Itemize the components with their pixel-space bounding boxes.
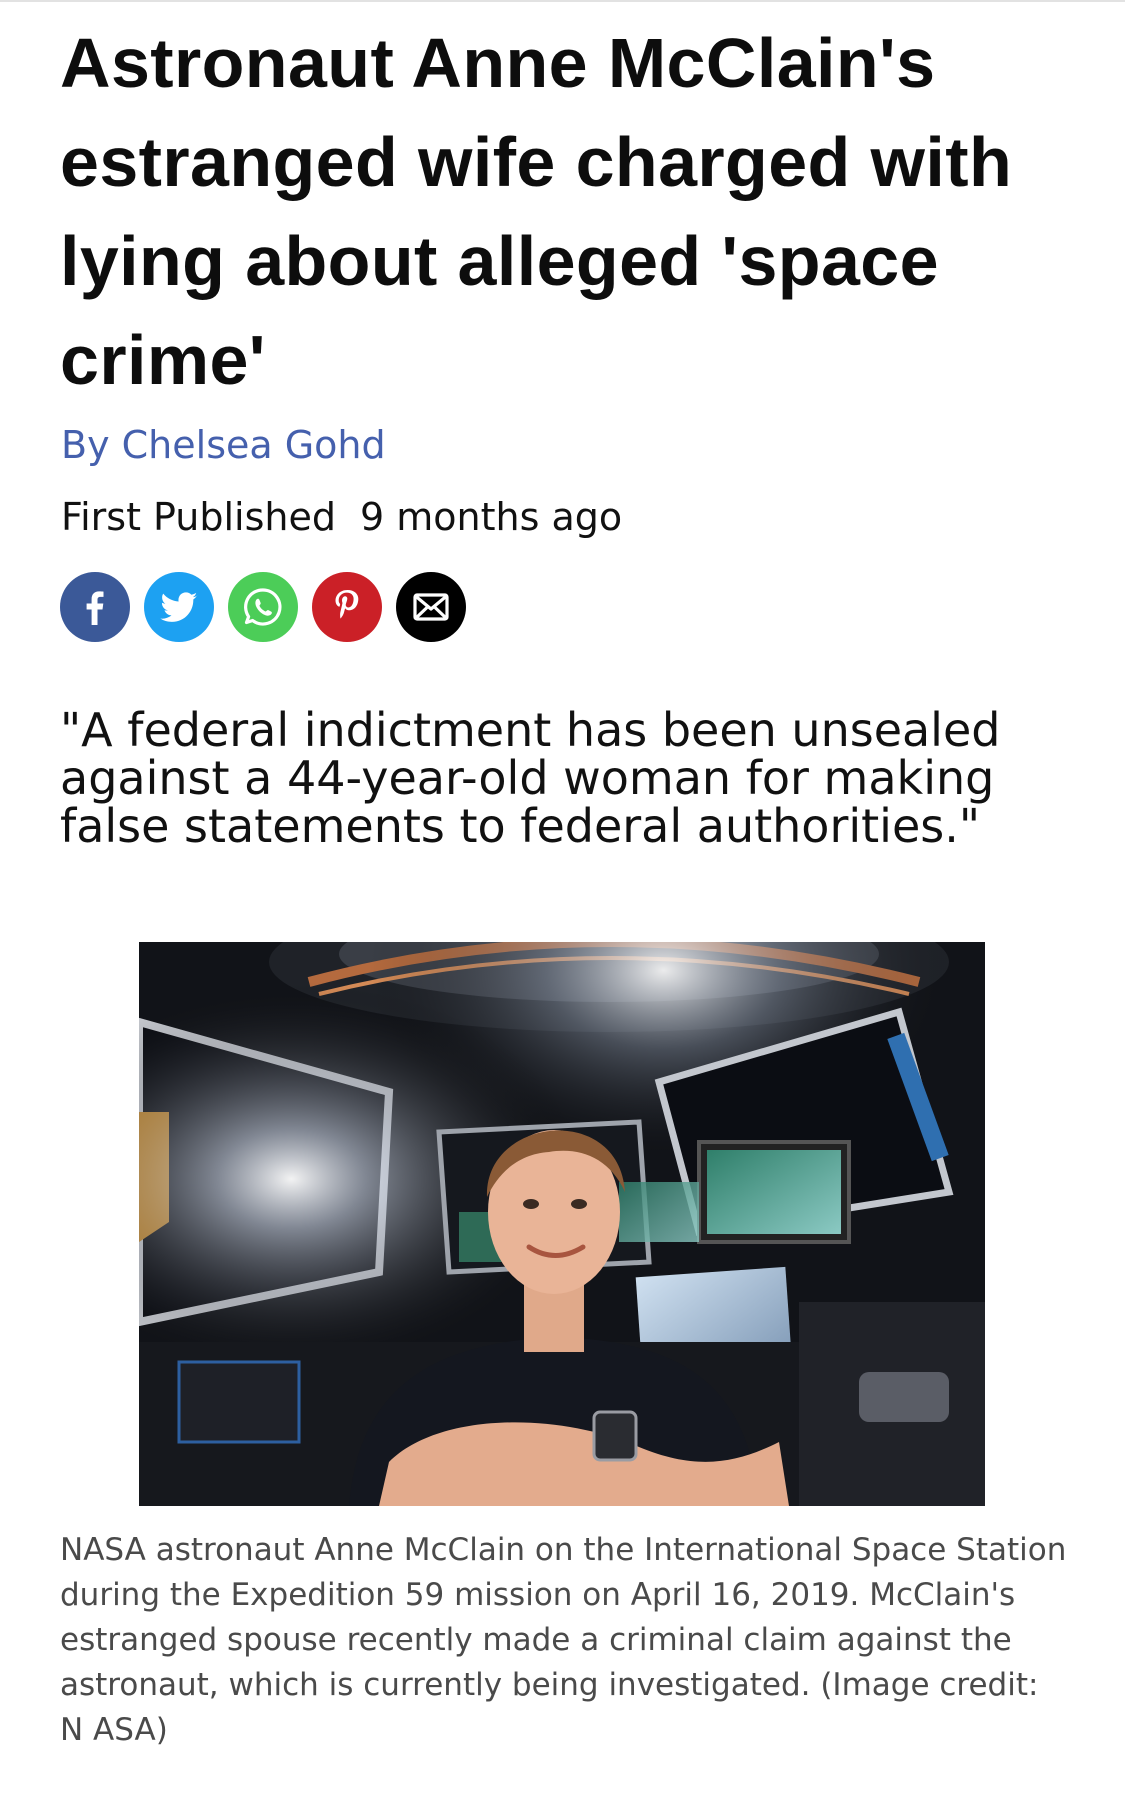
facebook-icon <box>86 591 104 625</box>
pinterest-share-button[interactable] <box>312 572 382 642</box>
publish-info: First Published 9 months ago <box>61 492 622 542</box>
twitter-share-button[interactable] <box>144 572 214 642</box>
twitter-icon <box>160 592 198 622</box>
facebook-share-button[interactable] <box>60 572 130 642</box>
share-bar <box>60 572 466 642</box>
whatsapp-icon <box>244 588 282 626</box>
email-icon <box>413 593 449 621</box>
astronaut-in-cupola-photo <box>139 942 985 1506</box>
top-divider <box>0 0 1125 2</box>
pinterest-icon <box>335 590 359 619</box>
email-share-button[interactable] <box>396 572 466 642</box>
author-link[interactable]: By Chelsea Gohd <box>61 420 386 470</box>
published-label: First Published <box>61 495 336 539</box>
whatsapp-share-button[interactable] <box>228 572 298 642</box>
article-page: Astronaut Anne McClain's estranged wife … <box>0 0 1125 1805</box>
article-headline: Astronaut Anne McClain's estranged wife … <box>60 24 1013 399</box>
photo-caption: NASA astronaut Anne McClain on the Inter… <box>60 1532 1067 1748</box>
published-time: 9 months ago <box>360 495 623 539</box>
pull-quote: "A federal indictment has been unsealed … <box>60 703 1001 853</box>
article-photo[interactable] <box>139 942 985 1506</box>
